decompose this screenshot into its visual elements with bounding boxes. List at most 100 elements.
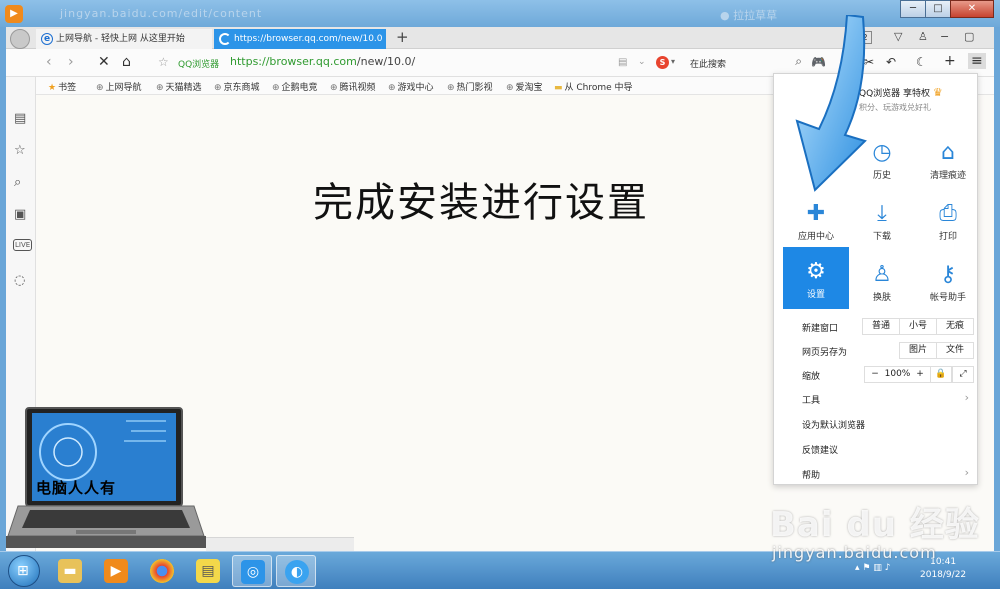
ie-e-icon: e xyxy=(41,33,53,45)
menu-icon[interactable]: ≡ xyxy=(968,53,986,69)
taskbar-chrome[interactable] xyxy=(142,555,182,587)
stop-icon[interactable]: ✕ xyxy=(98,54,110,70)
status-bar-fragment xyxy=(206,537,354,551)
undo-icon[interactable]: ↶ xyxy=(886,55,896,69)
new-tab-button[interactable]: + xyxy=(396,28,409,46)
add-icon[interactable]: + xyxy=(944,53,956,69)
reading-list-icon[interactable]: ▤ xyxy=(14,111,26,126)
pointer-arrow-overlay xyxy=(795,15,867,192)
pin-icon[interactable]: ▽ xyxy=(894,30,902,43)
ghost-title-right: ● 拉拉草草 xyxy=(720,9,778,22)
watermark-url: jingyan.baidu.com xyxy=(772,543,937,562)
zoom-label: 缩放 xyxy=(802,372,821,382)
bookmark-item[interactable]: ⊕ 爱淘宝 xyxy=(506,80,543,93)
fullscreen-icon[interactable]: ⤢ xyxy=(952,366,974,383)
globe-icon: ⊕ xyxy=(388,83,396,93)
bookmark-item[interactable]: ⊕ 京东商城 xyxy=(214,80,260,93)
star-icon: ★ xyxy=(48,83,57,93)
taskbar-explorer[interactable]: ▬ xyxy=(50,555,90,587)
address-bar[interactable]: https://browser.qq.com/new/10.0/ xyxy=(230,55,415,68)
minimize-icon[interactable]: − xyxy=(940,30,949,43)
home-icon[interactable]: ⌂ xyxy=(122,54,131,70)
reader-icon[interactable]: ▤ xyxy=(618,57,627,68)
menu-skin[interactable]: ♙ 换肤 xyxy=(849,250,915,312)
printer-icon: ⎙ xyxy=(939,201,957,226)
maximize-button[interactable]: □ xyxy=(925,0,951,18)
chevron-down-icon[interactable]: ▾ xyxy=(671,57,675,66)
search-icon[interactable]: ⌕ xyxy=(14,175,21,190)
menu-clear-traces[interactable]: ⌂ 清理痕迹 xyxy=(915,128,981,190)
new-window-small-button[interactable]: 小号 xyxy=(899,318,937,335)
lock-icon[interactable]: 🔒 xyxy=(930,366,952,383)
back-icon[interactable]: ‹ xyxy=(46,54,52,70)
menu-app-center[interactable]: ✚ 应用中心 xyxy=(783,189,849,251)
favorite-star-icon[interactable]: ☆ xyxy=(158,55,169,69)
taskbar-notes[interactable]: ▤ xyxy=(188,555,228,587)
zoom-in-button[interactable]: + xyxy=(916,369,924,379)
zoom-control: − 100% + xyxy=(864,366,930,383)
menu-item-label: 打印 xyxy=(938,232,957,242)
menu-settings[interactable]: ⚙ 设置 xyxy=(783,247,849,309)
bookmark-item[interactable]: ⊕ 游戏中心 xyxy=(388,80,434,93)
qq-site-label: QQ浏览器 xyxy=(178,60,220,70)
bookmark-label: 爱淘宝 xyxy=(515,83,543,93)
user-avatar[interactable] xyxy=(10,29,30,49)
puzzle-icon: ✚ xyxy=(806,201,826,226)
chat-icon[interactable]: ◌ xyxy=(14,273,25,288)
bookmark-label: 腾讯视频 xyxy=(339,83,376,93)
new-window-label: 新建窗口 xyxy=(802,324,839,334)
search-placeholder: 在此搜索 xyxy=(690,60,727,70)
sogou-search-icon[interactable]: S xyxy=(656,56,669,69)
bookmark-item[interactable]: ⊕ 热门影视 xyxy=(447,80,493,93)
menu-download[interactable]: ⤓ 下载 xyxy=(849,189,915,251)
bookmark-root[interactable]: ★ 书签 xyxy=(48,80,76,93)
bookmark-item[interactable]: ⊕ 上网导航 xyxy=(96,80,142,93)
taskbar-qq-music[interactable]: ◎ xyxy=(232,555,272,587)
chevron-right-icon: › xyxy=(964,466,969,479)
start-button[interactable]: ⊞ xyxy=(8,555,40,587)
save-as-file-button[interactable]: 文件 xyxy=(936,342,974,359)
video-icon[interactable]: ▣ xyxy=(14,207,26,222)
tab-qq-browser[interactable]: https://browser.qq.com/new/10.0 xyxy=(214,29,386,49)
bookmark-label: 天猫精选 xyxy=(165,83,202,93)
tab-title: https://browser.qq.com/new/10.0 xyxy=(234,34,383,44)
dropdown-icon[interactable]: ⌄ xyxy=(638,57,646,67)
bookmark-label: 京东商城 xyxy=(223,83,260,93)
star-icon[interactable]: ☆ xyxy=(14,143,26,158)
menu-feedback[interactable]: 反馈建议 xyxy=(774,438,977,460)
menu-item-label: 设为默认浏览器 xyxy=(802,421,866,431)
bookmark-item[interactable]: ⊕ 天猫精选 xyxy=(156,80,202,93)
live-icon[interactable]: LIVE xyxy=(13,239,33,251)
menu-help[interactable]: 帮助 › xyxy=(774,463,977,485)
folder-icon: ▬ xyxy=(58,559,82,583)
menu-print[interactable]: ⎙ 打印 xyxy=(915,189,981,251)
close-button[interactable]: ✕ xyxy=(950,0,994,18)
shirt-icon: ♙ xyxy=(872,262,892,287)
tab-navigation[interactable]: e 上网导航 - 轻快上网 从这里开始 xyxy=(36,29,212,49)
forward-icon[interactable]: › xyxy=(68,54,74,70)
menu-tools[interactable]: 工具 › xyxy=(774,388,977,410)
menu-account-helper[interactable]: ⚷ 帐号助手 xyxy=(915,250,981,312)
app-logo-icon[interactable]: ▶ xyxy=(5,5,23,23)
new-window-normal-button[interactable]: 普通 xyxy=(862,318,900,335)
bookmark-item[interactable]: ▬ 从 Chrome 中导 xyxy=(554,80,633,93)
new-window-private-button[interactable]: 无痕 xyxy=(936,318,974,335)
zoom-out-button[interactable]: − xyxy=(871,369,879,379)
bookmark-item[interactable]: ⊕ 腾讯视频 xyxy=(330,80,376,93)
minimize-button[interactable]: ─ xyxy=(900,0,926,18)
globe-icon: ⊕ xyxy=(156,83,164,93)
shirt-icon[interactable]: ♙ xyxy=(918,30,928,43)
taskbar-media-player[interactable]: ▶ xyxy=(96,555,136,587)
restore-icon[interactable]: ▢ xyxy=(964,30,974,43)
page-headline: 完成安装进行设置 xyxy=(313,180,649,226)
chevron-right-icon: › xyxy=(964,391,969,404)
night-mode-icon[interactable]: ☾ xyxy=(916,55,927,69)
taskbar-qq-browser[interactable]: ◐ xyxy=(276,555,316,587)
search-input[interactable]: S ▾ 在此搜索 ⌕ xyxy=(656,54,804,72)
laptop-label: 电脑人人有 xyxy=(36,479,117,497)
menu-save-page-row: 网页另存为 图片 文件 xyxy=(774,340,977,362)
menu-set-default[interactable]: 设为默认浏览器 xyxy=(774,413,977,435)
save-as-image-button[interactable]: 图片 xyxy=(899,342,937,359)
bookmark-label: 书签 xyxy=(58,83,77,93)
bookmark-item[interactable]: ⊕ 企鹅电竞 xyxy=(272,80,318,93)
